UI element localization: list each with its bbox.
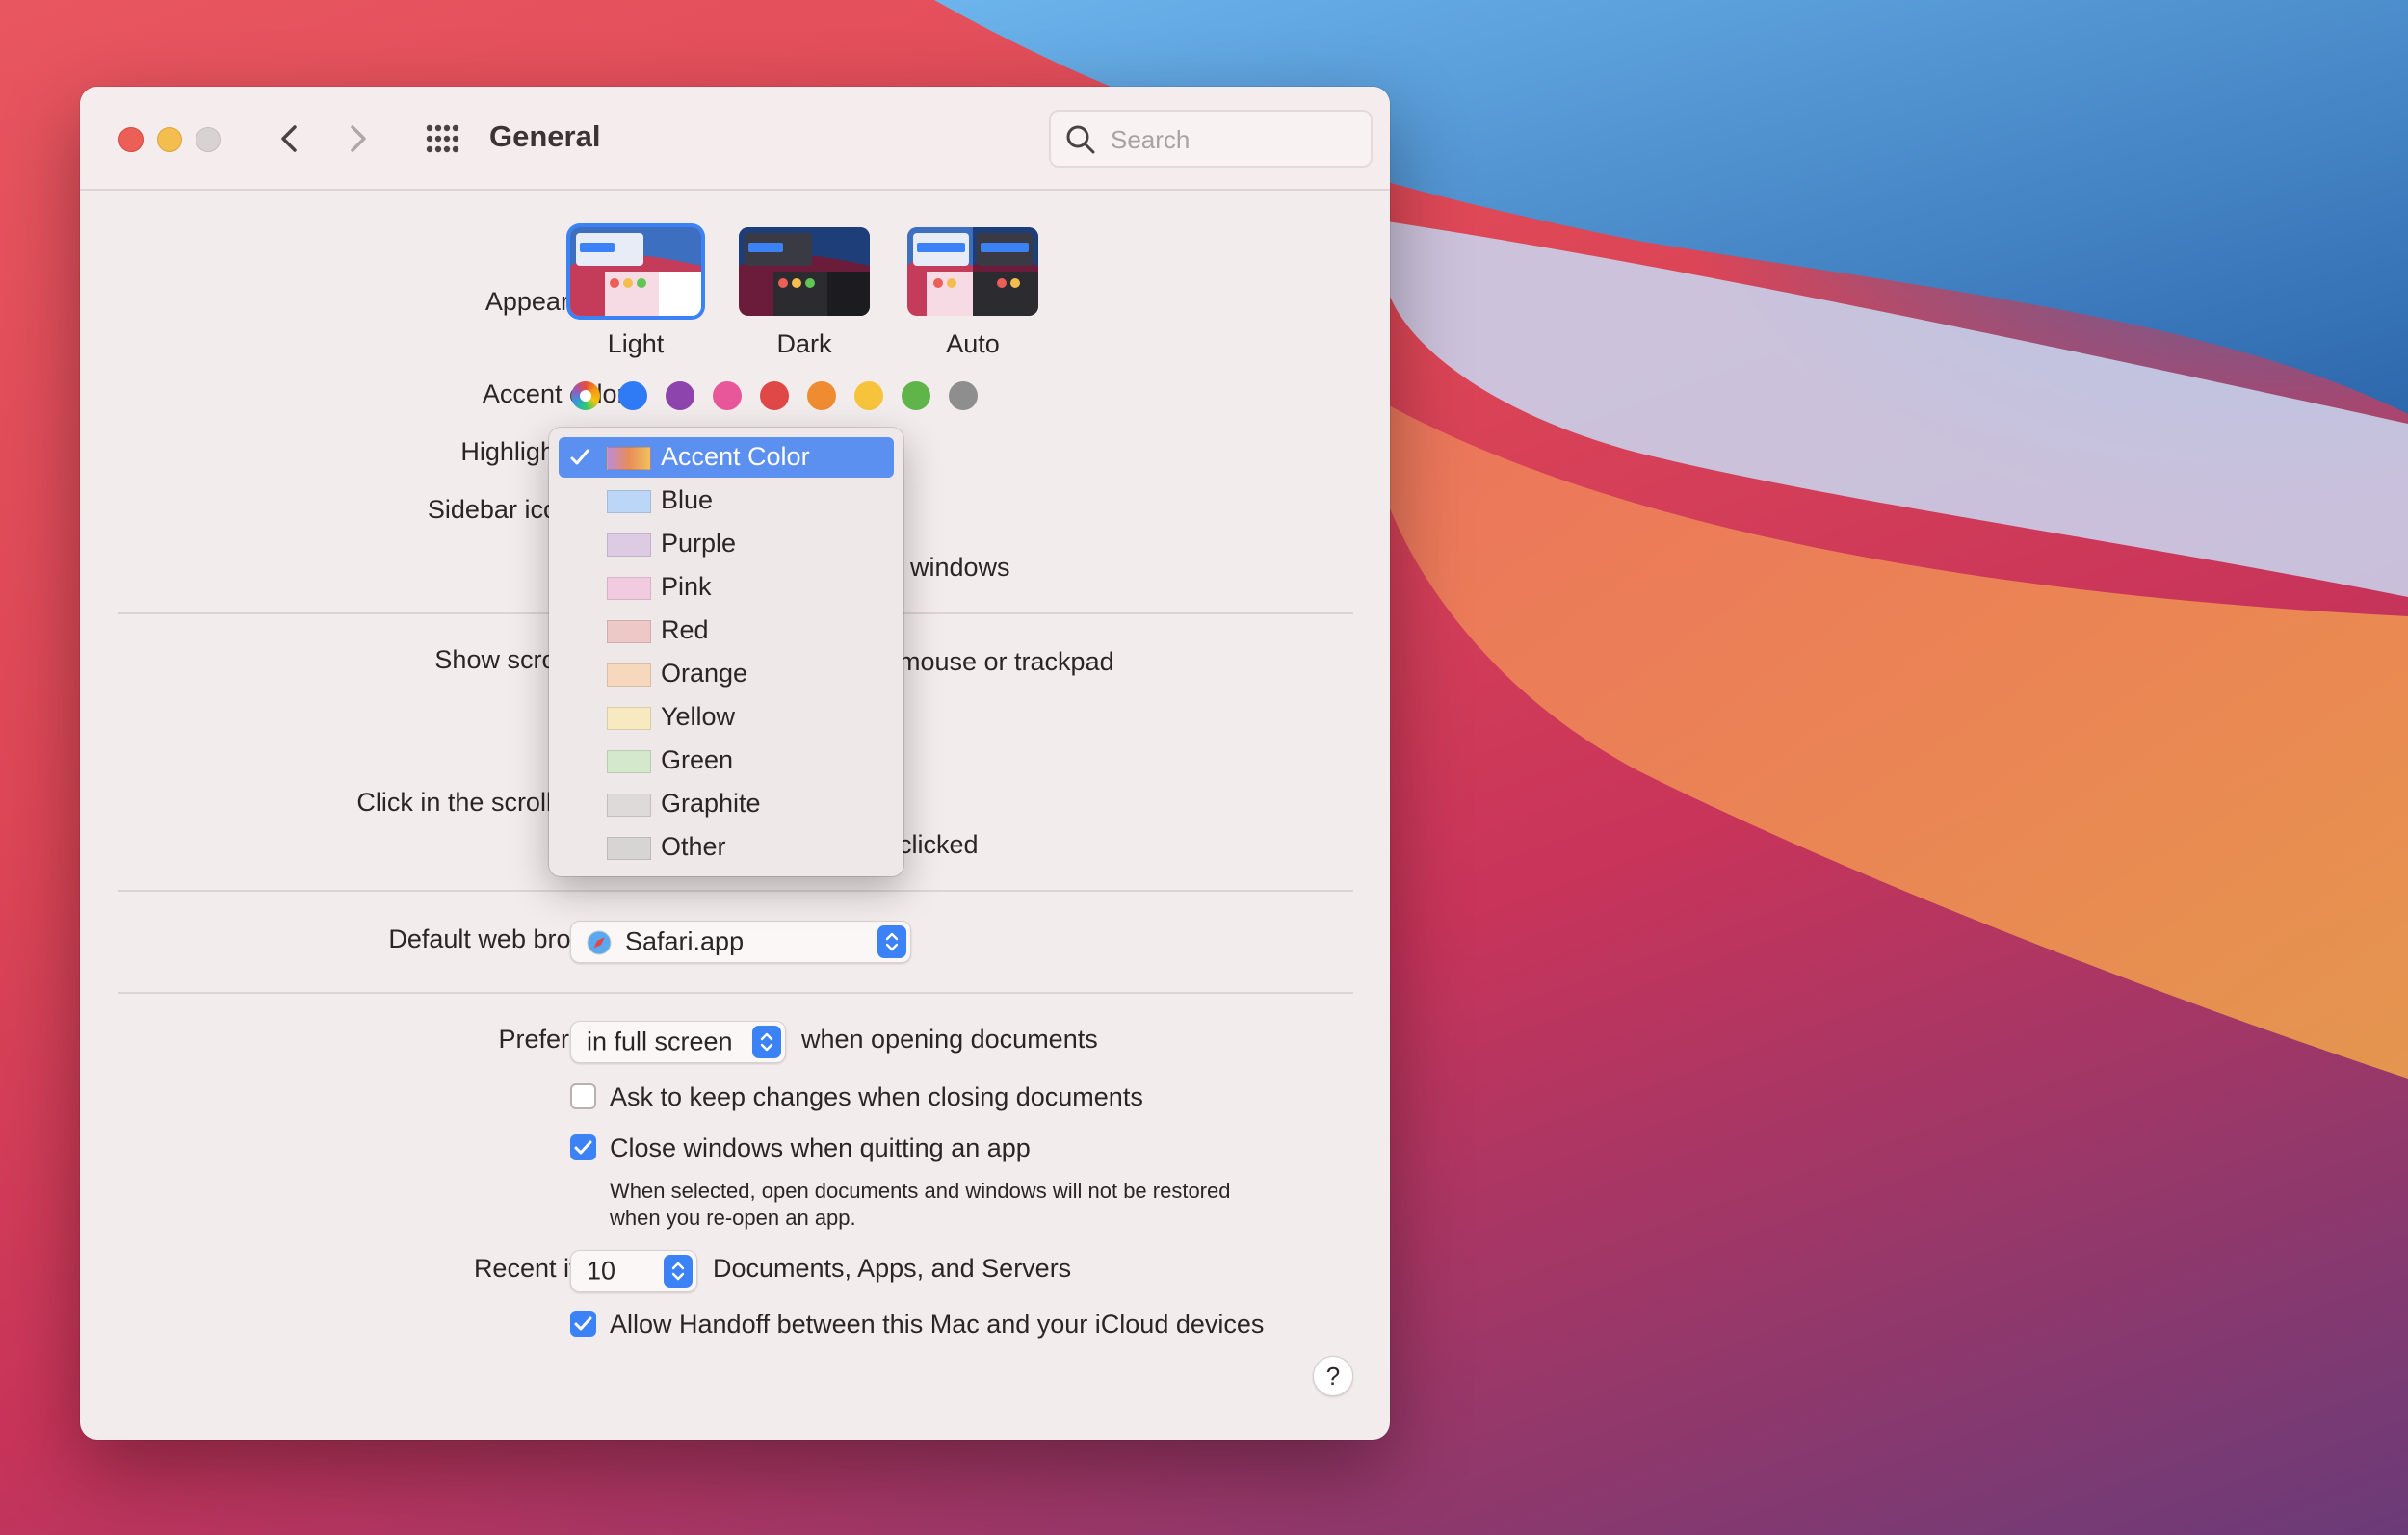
zoom-window-button[interactable] (196, 127, 221, 152)
color-swatch (607, 794, 651, 817)
recent-items-stepper[interactable]: 10 (570, 1250, 697, 1292)
color-swatch (607, 620, 651, 643)
title-bar: General Search (80, 87, 1390, 191)
accent-swatch-yellow[interactable] (854, 381, 883, 410)
menu-item-label: Other (661, 832, 726, 861)
menu-item-label: Orange (661, 659, 748, 688)
minimize-window-button[interactable] (157, 127, 182, 152)
accent-swatch-orange[interactable] (807, 381, 836, 410)
appearance-dark-caption: Dark (776, 329, 832, 358)
menu-item-label: Pink (661, 572, 712, 601)
menu-item-orange[interactable]: Orange (559, 654, 894, 694)
menu-item-red[interactable]: Red (559, 611, 894, 651)
popup-stepper-arrows (664, 1255, 693, 1288)
appearance-light-caption: Light (607, 329, 665, 358)
menu-item-yellow[interactable]: Yellow (559, 697, 894, 738)
menu-item-label: Purple (661, 529, 737, 558)
menu-item-pink[interactable]: Pink (559, 567, 894, 608)
menu-item-green[interactable]: Green (559, 741, 894, 781)
prefer-tabs-suffix: when opening documents (801, 1025, 1098, 1054)
accent-swatch-purple[interactable] (666, 381, 694, 410)
checkmark-icon (570, 449, 589, 465)
handoff-checkbox[interactable] (570, 1311, 596, 1337)
default-browser-value: Safari.app (625, 926, 745, 956)
highlight-color-menu: Accent Color Blue Purple Pink Red Orange… (549, 428, 903, 876)
color-swatch (607, 750, 651, 773)
recent-items-value: 10 (587, 1256, 616, 1286)
menu-item-label: Blue (661, 485, 714, 514)
show-all-grid-icon[interactable] (425, 123, 459, 154)
accent-swatch-blue[interactable] (618, 381, 647, 410)
appearance-light-thumbnail[interactable] (570, 227, 701, 316)
search-icon (1066, 125, 1095, 154)
color-swatch (607, 533, 651, 557)
menu-item-label: Yellow (661, 702, 736, 731)
search-placeholder: Search (1111, 125, 1191, 154)
chevron-updown-icon (885, 932, 899, 951)
handoff-label: Allow Handoff between this Mac and your … (610, 1310, 1265, 1339)
ask-keep-changes-label: Ask to keep changes when closing documen… (610, 1082, 1143, 1111)
window-title: General (489, 119, 601, 153)
chevron-updown-icon (760, 1032, 773, 1052)
safari-compass-icon (587, 930, 612, 955)
accent-swatch-multicolor[interactable] (571, 381, 600, 410)
close-window-button[interactable] (118, 127, 144, 152)
help-button[interactable]: ? (1313, 1356, 1353, 1396)
chevron-updown-icon (671, 1262, 685, 1281)
forward-arrow-icon[interactable] (340, 121, 375, 156)
appearance-auto-caption: Auto (946, 329, 1000, 358)
accent-swatch-red[interactable] (760, 381, 789, 410)
menu-item-blue[interactable]: Blue (559, 481, 894, 521)
back-arrow-icon[interactable] (273, 121, 307, 156)
separator (118, 890, 1353, 892)
color-swatch (607, 577, 651, 600)
menu-item-graphite[interactable]: Graphite (559, 784, 894, 824)
menu-item-label: Green (661, 745, 734, 774)
checkmark-icon (574, 1316, 592, 1331)
menu-item-label: Graphite (661, 789, 761, 818)
color-swatch (607, 707, 651, 730)
prefer-tabs-popup[interactable]: in full screen (570, 1021, 786, 1063)
popup-stepper-arrows (877, 925, 906, 958)
menu-item-purple[interactable]: Purple (559, 524, 894, 564)
close-windows-note-line2: when you re-open an app. (610, 1206, 856, 1230)
checkmark-icon (574, 1140, 592, 1155)
accent-gradient-swatch (607, 447, 651, 470)
appearance-auto-thumbnail[interactable] (907, 227, 1038, 316)
default-browser-popup[interactable]: Safari.app (570, 921, 911, 963)
color-swatch (607, 490, 651, 513)
menu-item-label: Accent Color (661, 442, 810, 471)
accent-swatch-graphite[interactable] (949, 381, 978, 410)
menu-item-accent-color[interactable]: Accent Color (559, 437, 894, 478)
prefer-tabs-value: in full screen (587, 1027, 733, 1056)
close-windows-checkbox[interactable] (570, 1134, 596, 1160)
menu-item-label: Red (661, 615, 709, 644)
accent-color-label: Accent color: (482, 379, 633, 408)
accent-swatch-pink[interactable] (713, 381, 742, 410)
wallpaper-tint-label-partial: windows (910, 553, 1010, 582)
close-windows-note-line1: When selected, open documents and window… (610, 1179, 1231, 1203)
click-scroll-option-partial: clicked (899, 830, 979, 859)
close-windows-label: Close windows when quitting an app (610, 1133, 1031, 1162)
recent-items-suffix: Documents, Apps, and Servers (713, 1254, 1072, 1283)
ask-keep-changes-checkbox[interactable] (570, 1083, 596, 1109)
appearance-dark-thumbnail[interactable] (739, 227, 870, 316)
scroll-bars-option-partial: mouse or trackpad (899, 647, 1114, 676)
accent-swatch-green[interactable] (902, 381, 930, 410)
popup-stepper-arrows (752, 1026, 781, 1058)
menu-item-other[interactable]: Other (559, 827, 894, 868)
color-swatch (607, 663, 651, 687)
color-swatch (607, 837, 651, 860)
search-field[interactable]: Search (1049, 110, 1373, 168)
separator (118, 992, 1353, 994)
